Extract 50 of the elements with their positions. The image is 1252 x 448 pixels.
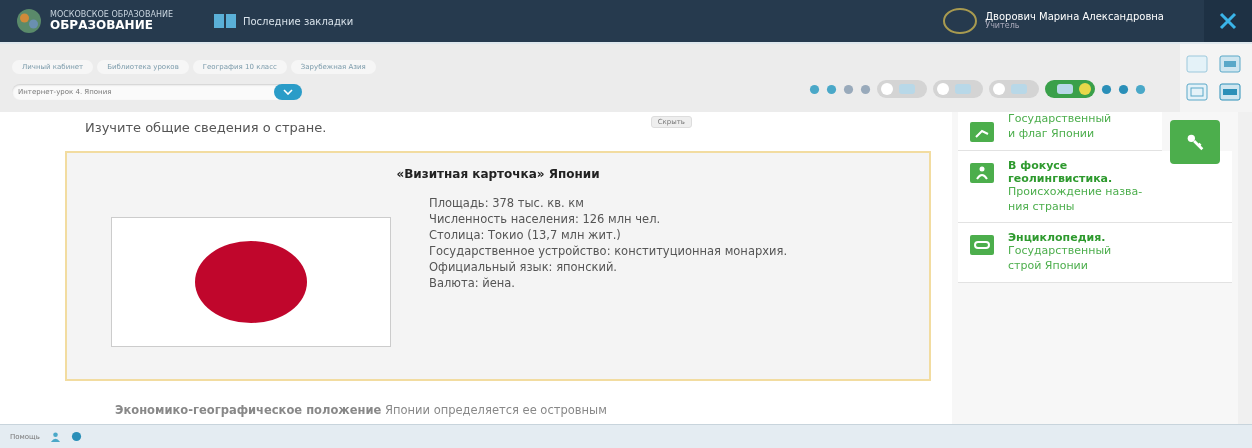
view-toggle[interactable] [989, 80, 1039, 98]
card-title: «Визитная карточка» Японии [395, 167, 601, 181]
resource-item[interactable]: Государственный и флаг Японии [958, 112, 1162, 151]
view-toggle[interactable] [877, 80, 927, 98]
circle-icon[interactable] [1135, 83, 1146, 95]
logo-title: ОБРАЗОВАНИЕ [50, 19, 154, 31]
user-name: Дворович Марина Александровна [985, 11, 1164, 23]
resource-title: Энциклопедия. [1008, 231, 1107, 245]
resource-subtitle: Государственный и флаг Японии [1008, 112, 1112, 142]
paragraph-text: Экономико-географическое положение Японии определяется ее островным [115, 403, 608, 417]
circle-icon[interactable] [843, 83, 854, 95]
caret-icon [283, 89, 293, 95]
slides-icon[interactable] [1219, 83, 1241, 101]
user-icon[interactable] [49, 431, 61, 442]
view-toggle[interactable] [933, 80, 983, 98]
resource-item[interactable]: Энциклопедия. Государственный строй Японии [958, 223, 1232, 284]
close-icon [1218, 11, 1238, 31]
grid-icon[interactable] [1219, 55, 1241, 73]
circle-icon[interactable] [809, 83, 820, 95]
instruction-text: Изучите общие сведения о стране. [85, 120, 327, 135]
view-toggle[interactable] [1045, 80, 1095, 98]
resource-item[interactable]: В фокусе геолингвистика. Происхождение назва- ния страны [958, 150, 1232, 224]
document-icon[interactable] [1186, 55, 1208, 73]
bookmarks-icon [212, 13, 237, 29]
fact-text: Численность населения: 126 млн чел. [429, 211, 662, 228]
columns-icon[interactable] [1186, 83, 1208, 101]
circle-icon[interactable] [826, 83, 837, 95]
key-button[interactable] [1170, 120, 1220, 164]
circle-icon[interactable] [70, 431, 82, 442]
fact-text: Площадь: 378 тыс. кв. км [429, 195, 585, 212]
resource-title: В фокусе геолингвистика. [1008, 158, 1114, 185]
close-button[interactable] [1204, 0, 1252, 42]
fact-text: Официальный язык: японский. [429, 259, 618, 276]
chart-icon [970, 121, 994, 142]
person-icon [970, 162, 994, 183]
user-role: Учитель [985, 22, 1020, 31]
fact-text: Валюта: йена. [429, 275, 516, 292]
globe-logo-icon [14, 6, 44, 36]
circle-icon[interactable] [1101, 83, 1112, 95]
fact-text: Государственное устройство: конституционная монархия. [429, 243, 789, 260]
bookmarks-button[interactable]: Последние закладки [212, 13, 354, 29]
fact-text: Столица: Токио (13,7 млн жит.) [429, 227, 622, 244]
scrollbar[interactable] [1238, 112, 1252, 424]
resource-subtitle: Государственный строй Японии [1008, 244, 1112, 275]
circle-icon[interactable] [860, 83, 871, 95]
avatar[interactable] [943, 8, 978, 34]
logo-subtitle: МОСКОВСКОЕ ОБРАЗОВАНИЕ [50, 11, 173, 19]
resource-subtitle: Происхождение назва- ния страны [1008, 184, 1143, 215]
circle-icon[interactable] [1118, 83, 1129, 95]
link-icon [970, 235, 994, 256]
